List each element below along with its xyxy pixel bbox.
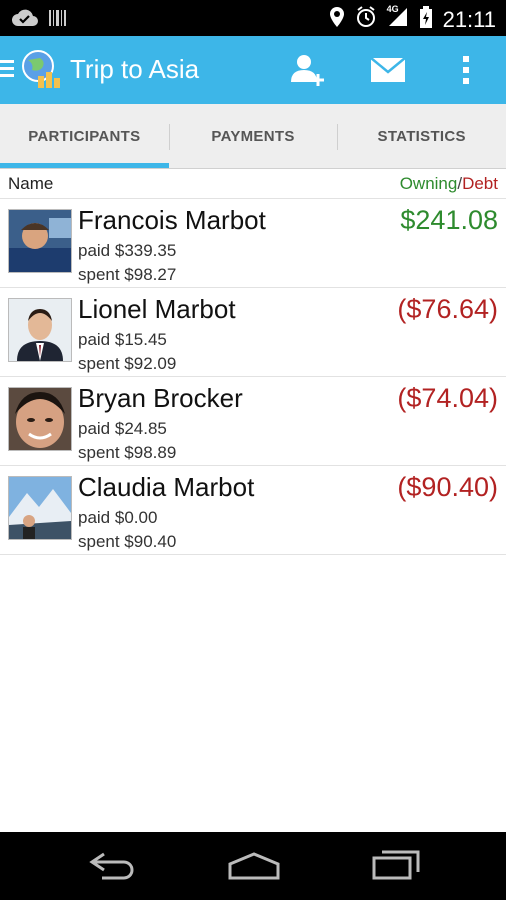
spent-amount: spent $98.27 (78, 265, 177, 284)
avatar (8, 209, 72, 273)
participant-name: Lionel Marbot (78, 294, 236, 324)
avatar (8, 387, 72, 451)
menu-icon[interactable] (0, 58, 14, 85)
balance-amount: ($76.64) (397, 294, 498, 324)
overflow-menu-icon[interactable] (446, 50, 486, 90)
avatar (8, 298, 72, 362)
owning-debt-column-label: Owning/Debt (400, 174, 498, 194)
owning-label: Owning (399, 174, 458, 193)
trip-title: Trip to Asia (70, 54, 200, 84)
battery-icon (419, 6, 433, 34)
avatar (8, 476, 72, 540)
add-person-icon[interactable] (288, 50, 328, 90)
recent-apps-icon[interactable] (370, 848, 422, 887)
location-icon (329, 6, 345, 34)
name-column-label: Name (8, 174, 54, 193)
tab-bar: PARTICIPANTS PAYMENTS STATISTICS (0, 104, 506, 169)
signal-icon: 4G (387, 4, 409, 34)
navigation-bar (0, 832, 506, 900)
spent-amount: spent $92.09 (78, 354, 177, 373)
action-bar: Trip to Asia (0, 36, 506, 104)
home-icon[interactable] (226, 848, 282, 887)
balance-amount: ($74.04) (397, 383, 498, 413)
paid-amount: paid $24.85 (78, 419, 167, 438)
globe-icon[interactable] (18, 48, 64, 99)
participant-row[interactable]: Francois Marbot paid $339.35 spent $98.2… (0, 199, 506, 288)
tab-payments[interactable]: PAYMENTS (168, 104, 338, 168)
tab-statistics[interactable]: STATISTICS (337, 104, 506, 168)
status-bar: 4G 21:11 (0, 0, 506, 36)
participant-row[interactable]: Lionel Marbot paid $15.45 spent $92.09 (… (0, 288, 506, 377)
balance-amount: ($90.40) (397, 472, 498, 502)
spent-amount: spent $98.89 (78, 443, 177, 462)
clock-time: 21:11 (442, 7, 496, 32)
paid-amount: paid $0.00 (78, 508, 158, 527)
alarm-icon (355, 6, 377, 34)
participant-row[interactable]: Claudia Marbot paid $0.00 spent $90.40 (… (0, 466, 506, 555)
tab-participants[interactable]: PARTICIPANTS (0, 104, 169, 168)
participant-name: Claudia Marbot (78, 472, 255, 502)
spent-amount: spent $90.40 (78, 532, 177, 551)
paid-amount: paid $15.45 (78, 330, 167, 349)
cloud-check-icon (12, 8, 38, 33)
participant-name: Francois Marbot (78, 205, 266, 235)
mail-icon[interactable] (368, 50, 408, 90)
debt-label: Debt (462, 174, 498, 193)
back-icon[interactable] (88, 848, 138, 887)
list-header: Name Owning/Debt (0, 170, 506, 199)
barcode-icon (48, 8, 68, 33)
balance-amount: $241.08 (400, 205, 498, 235)
participant-row[interactable]: Bryan Brocker paid $24.85 spent $98.89 (… (0, 377, 506, 466)
participant-name: Bryan Brocker (78, 383, 243, 413)
paid-amount: paid $339.35 (78, 241, 177, 260)
